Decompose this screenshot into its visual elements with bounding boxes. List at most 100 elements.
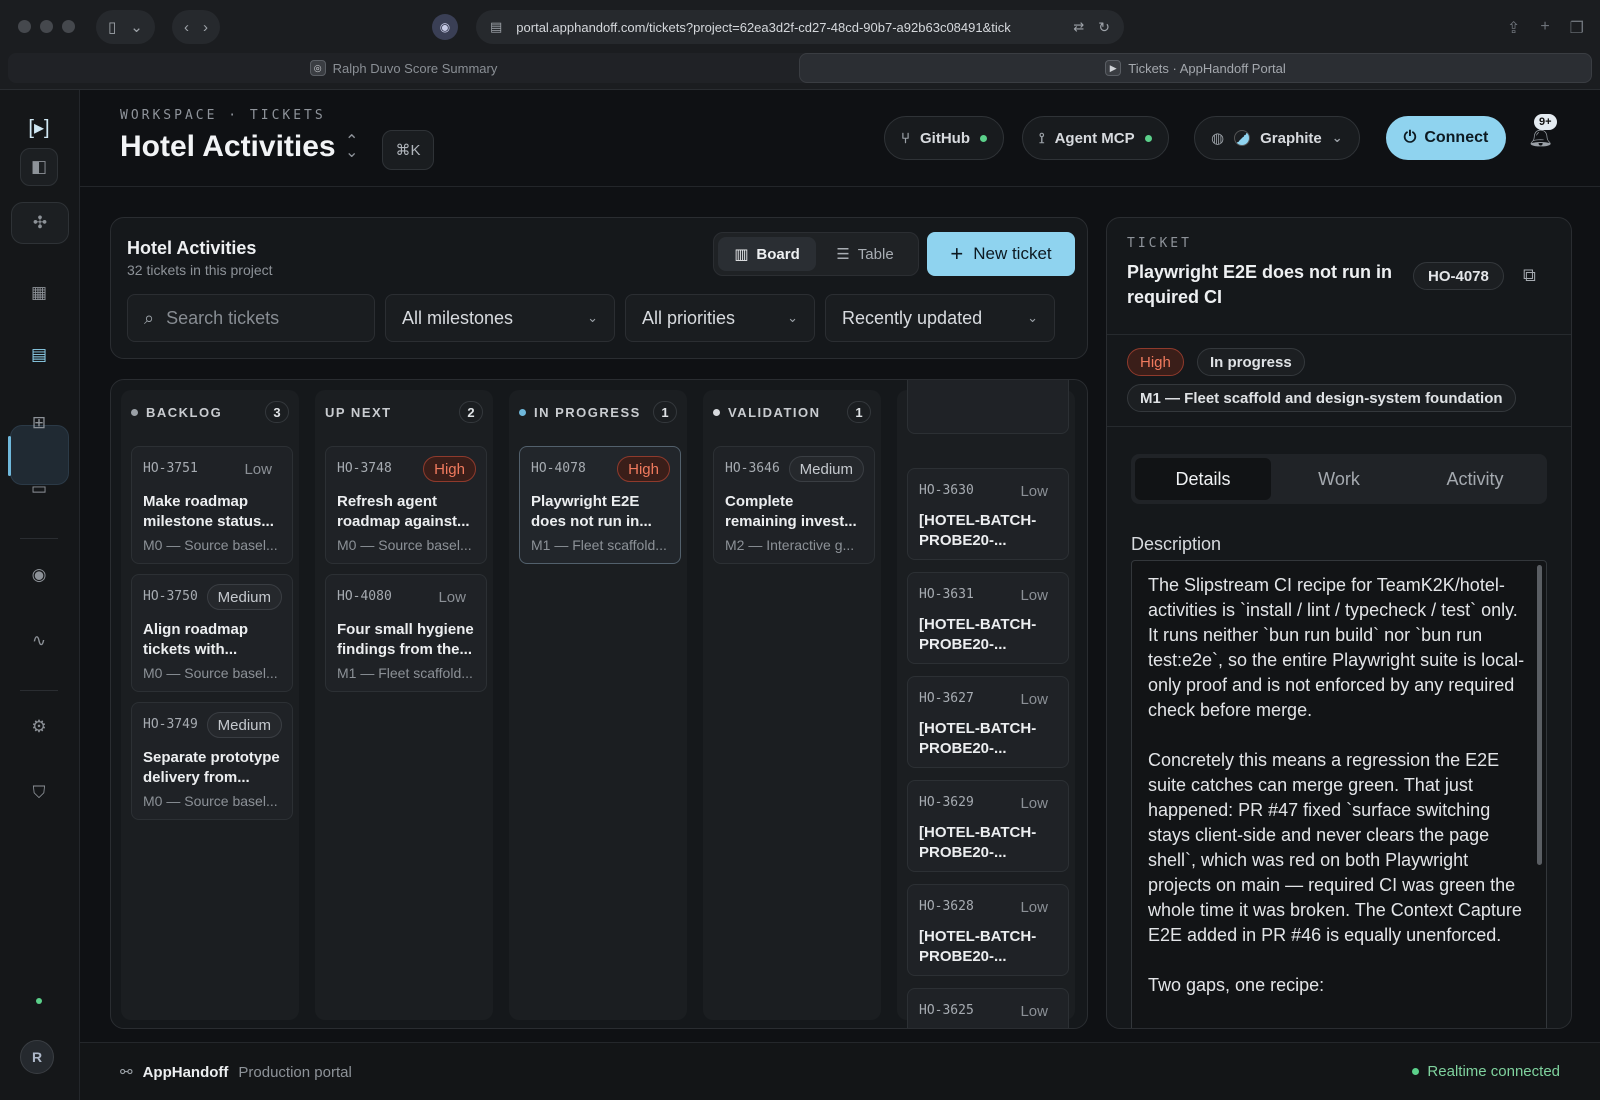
column-title: UP NEXT	[325, 404, 392, 420]
tab-work[interactable]: Work	[1271, 458, 1407, 500]
ticket-card[interactable]: HO-3625 Low	[907, 988, 1069, 1028]
copy-icon[interactable]: ⧉	[1523, 265, 1536, 286]
ticket-card[interactable]: HO-3627 Low [HOTEL-BATCH-PROBE20-...	[907, 676, 1069, 768]
ticket-card[interactable]: HO-3646 Medium Complete remaining invest..…	[713, 446, 875, 564]
history-nav[interactable]: ‹ ›	[172, 10, 220, 44]
chevron-down-icon: ⌄	[1331, 130, 1343, 145]
view-toggle: ▥ Board ☰ Table	[713, 232, 919, 276]
ticket-card[interactable]: HO-3628 Low [HOTEL-BATCH-PROBE20-...	[907, 884, 1069, 976]
roadmap-icon[interactable]: ⊞	[20, 404, 58, 442]
theme-selector[interactable]: ◍ Graphite ⌄	[1194, 116, 1360, 160]
translate-icon[interactable]: ⇄	[1073, 19, 1084, 35]
folder-icon[interactable]: ▭	[20, 470, 58, 508]
avatar[interactable]: R	[20, 1040, 54, 1074]
sidebar-toggle-group[interactable]: ▯ ⌄	[96, 10, 155, 44]
search-placeholder: Search tickets	[166, 307, 280, 328]
back-icon[interactable]: ‹	[184, 19, 189, 36]
card-id: HO-3630	[919, 483, 974, 498]
card-milestone: M0 — Source basel...	[143, 537, 278, 553]
rail-divider	[20, 690, 58, 691]
palette-icon: ◍	[1211, 130, 1225, 147]
priority-badge: Low	[438, 588, 466, 606]
priority-filter[interactable]: All priorities ⌄	[625, 294, 815, 342]
address-bar[interactable]: ▤ portal.apphandoff.com/tickets?project=…	[476, 10, 1124, 44]
sort-select[interactable]: Recently updated ⌄	[825, 294, 1055, 342]
browser-tab-label: Ralph Duvo Score Summary	[332, 60, 498, 76]
ticket-card[interactable]: HO-3748 High Refresh agent roadmap against…	[325, 446, 487, 564]
ticket-count: 32 tickets in this project	[127, 262, 273, 278]
ticket-card[interactable]: HO-4078 High Playwright E2E does not run i…	[519, 446, 681, 564]
page-info-icon[interactable]: ▤	[490, 19, 502, 35]
share-icon[interactable]: ⇪	[1507, 18, 1520, 38]
project-switcher-icon[interactable]: ⌃ ⌄	[345, 134, 358, 161]
reload-icon[interactable]: ↻	[1098, 19, 1110, 36]
ticket-card[interactable]: HO-3630 Low [HOTEL-BATCH-PROBE20-...	[907, 468, 1069, 560]
broadcast-icon[interactable]: ◉	[20, 556, 58, 594]
chevron-down-icon[interactable]: ⌄	[130, 18, 143, 36]
activity-icon[interactable]: ∿	[20, 622, 58, 660]
command-palette-button[interactable]: ⌘K	[382, 130, 434, 170]
status-dot	[1412, 1068, 1420, 1075]
footer-brand-name: AppHandoff	[142, 1063, 229, 1081]
new-ticket-label: New ticket	[973, 244, 1052, 263]
ticket-card[interactable]: HO-3631 Low [HOTEL-BATCH-PROBE20-...	[907, 572, 1069, 664]
favicon-icon: ◎	[309, 60, 326, 76]
column-count: 3	[265, 401, 289, 423]
search-input[interactable]: ⌕ Search tickets	[127, 294, 375, 342]
ticket-card[interactable]: HO-3751 Low Make roadmap milestone status.…	[131, 446, 293, 564]
password-manager-icon[interactable]: ◉	[432, 14, 458, 40]
card-title: [HOTEL-BATCH-PROBE20-...	[919, 720, 1037, 757]
card-id: HO-3751	[143, 461, 198, 476]
github-button[interactable]: ⑂ GitHub	[884, 116, 1005, 160]
divider	[1107, 334, 1571, 335]
board-toolbar: Hotel Activities 32 tickets in this proj…	[110, 217, 1088, 359]
handoff-logo-icon: ⚯	[120, 1064, 133, 1081]
ticket-card[interactable]: HO-3750 Medium Align roadmap tickets with.…	[131, 574, 293, 692]
sidebar-icon[interactable]: ▯	[108, 18, 116, 36]
card-milestone: M1 — Fleet scaffold...	[337, 665, 473, 681]
card-title: Playwright E2E does not run in...	[531, 493, 652, 530]
window-controls[interactable]	[18, 20, 75, 33]
browser-tab[interactable]: ◎ Ralph Duvo Score Summary	[8, 53, 799, 83]
dashboard-icon[interactable]: ▦	[20, 274, 58, 312]
chevron-down-icon: ⌄	[587, 310, 598, 325]
agent-mcp-button[interactable]: ⟟ Agent MCP	[1022, 116, 1169, 160]
favicon-icon: ▶	[1105, 60, 1122, 76]
git-branch-icon: ⑂	[901, 129, 911, 147]
browser-tab-active[interactable]: ▶ Tickets · AppHandoff Portal	[799, 53, 1592, 83]
priority-badge: Low	[1020, 898, 1048, 916]
milestone-filter[interactable]: All milestones ⌄	[385, 294, 615, 342]
plug-icon: ⏻	[1403, 129, 1417, 146]
app-logo-icon[interactable]: [▸]	[20, 108, 58, 146]
new-tab-icon[interactable]: +	[1540, 18, 1549, 38]
column-title: IN PROGRESS	[534, 404, 641, 420]
url-text[interactable]: portal.apphandoff.com/tickets?project=62…	[516, 20, 1059, 35]
ticket-card[interactable]	[907, 380, 1069, 434]
tickets-icon[interactable]: ▤	[20, 336, 58, 374]
table-view-button[interactable]: ☰ Table	[816, 237, 914, 271]
card-title: [HOTEL-BATCH-PROBE20-...	[919, 616, 1037, 653]
priority-badge: Low	[1020, 482, 1048, 500]
card-id: HO-3628	[919, 899, 974, 914]
new-ticket-button[interactable]: + New ticket	[927, 232, 1075, 276]
description-textarea[interactable]: The Slipstream CI recipe for TeamK2K/hot…	[1131, 560, 1547, 1028]
detail-tabs: Details Work Activity	[1131, 454, 1547, 504]
workspace-switcher-icon[interactable]: ✣	[11, 202, 69, 244]
tab-details[interactable]: Details	[1135, 458, 1271, 500]
forward-icon[interactable]: ›	[203, 19, 208, 36]
ticket-card[interactable]: HO-3749 Medium Separate prototype delivery…	[131, 702, 293, 820]
tab-overview-icon[interactable]: ❐	[1570, 18, 1584, 38]
ticket-card[interactable]: HO-3629 Low [HOTEL-BATCH-PROBE20-...	[907, 780, 1069, 872]
board-view-button[interactable]: ▥ Board	[718, 237, 816, 271]
shield-icon[interactable]: ⛉	[20, 774, 58, 812]
collapse-sidebar-icon[interactable]: ◧	[20, 148, 58, 186]
column-count: 1	[653, 401, 677, 423]
columns-icon: ▥	[734, 246, 749, 263]
ticket-card[interactable]: HO-4080 Low Four small hygiene findings fr…	[325, 574, 487, 692]
realtime-status-label: Realtime connected	[1427, 1063, 1560, 1080]
scrollbar[interactable]	[1537, 565, 1542, 865]
settings-icon[interactable]: ⚙	[20, 708, 58, 746]
tab-activity[interactable]: Activity	[1407, 458, 1543, 500]
priority-badge: Low	[1020, 586, 1048, 604]
connect-button[interactable]: ⏻ Connect	[1386, 116, 1506, 160]
